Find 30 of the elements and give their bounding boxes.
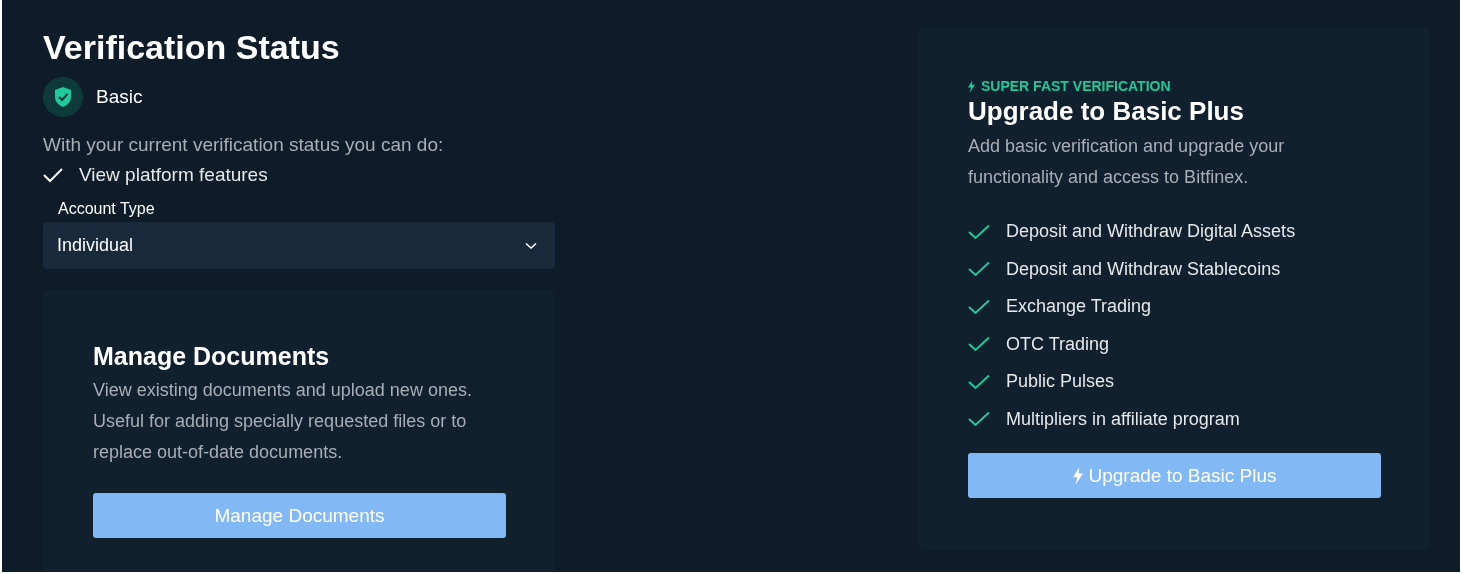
intro-text: With your current verification status you can do:	[43, 134, 445, 156]
card-title: Manage Documents	[93, 342, 331, 371]
feature-text: Exchange Trading	[1006, 296, 1152, 318]
page-title: Verification Status	[43, 27, 341, 67]
capability-text: View platform features	[79, 164, 268, 186]
check-icon	[968, 411, 990, 428]
manage-documents-button[interactable]: Manage Documents	[93, 493, 506, 538]
card-description: Add basic verification and upgrade your functionality and access to Bitfinex.	[968, 135, 1286, 189]
chevron-down-icon	[525, 241, 537, 250]
account-type-dropdown[interactable]: Individual	[43, 222, 555, 269]
upgrade-button[interactable]: Upgrade to Basic Plus	[968, 453, 1381, 498]
check-icon	[968, 336, 990, 353]
feature-text: Deposit and Withdraw Stablecoins	[1006, 258, 1281, 280]
check-icon	[968, 223, 990, 240]
status-level: Basic	[96, 86, 143, 108]
check-icon	[968, 261, 990, 278]
lightning-icon	[968, 79, 975, 93]
lightning-icon	[1072, 466, 1083, 485]
check-icon	[43, 167, 63, 183]
check-icon	[968, 298, 990, 315]
feature-text: OTC Trading	[1006, 333, 1110, 355]
check-icon	[968, 373, 990, 390]
feature-text: Deposit and Withdraw Digital Assets	[1006, 221, 1296, 243]
feature-text: Multipliers in affiliate program	[1006, 408, 1240, 430]
shield-check-icon	[43, 77, 83, 117]
field-label: Account Type	[58, 200, 156, 218]
feature-text: Public Pulses	[1006, 371, 1115, 393]
card-title: Upgrade to Basic Plus	[968, 96, 1245, 127]
tag-label: SUPER FAST VERIFICATION	[981, 78, 1171, 94]
card-description: View existing documents and upload new ones. Useful for adding specially requested files or to replace out-of-date documents.	[93, 379, 473, 464]
